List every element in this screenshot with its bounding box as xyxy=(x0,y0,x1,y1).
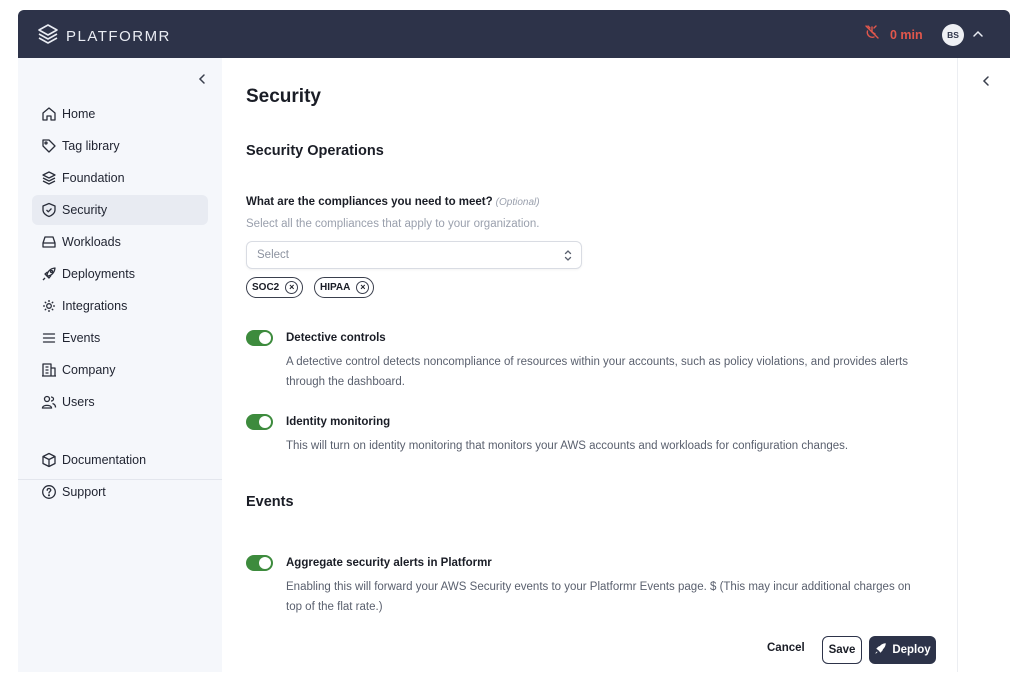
toggle-knob xyxy=(259,557,271,569)
chevron-up-icon[interactable] xyxy=(972,27,984,45)
detective-controls-description: A detective control detects noncomplianc… xyxy=(286,356,908,388)
remove-chip-icon[interactable]: × xyxy=(285,281,299,294)
sidebar-item-tag-library[interactable]: Tag library xyxy=(32,131,208,161)
list-icon xyxy=(32,330,62,346)
integrations-icon xyxy=(32,298,62,314)
shield-icon xyxy=(32,202,62,218)
sidebar-item-workloads[interactable]: Workloads xyxy=(32,227,208,257)
remove-chip-icon[interactable]: × xyxy=(356,281,370,294)
timer-text: 0 min xyxy=(890,27,923,42)
logo-layers-icon xyxy=(36,22,60,51)
compliance-select[interactable]: Select xyxy=(246,241,582,269)
hard-drive-icon xyxy=(32,234,62,250)
sidebar-item-users[interactable]: Users xyxy=(32,387,208,417)
sidebar-item-home[interactable]: Home xyxy=(32,99,208,129)
users-icon xyxy=(32,394,62,410)
aggregate-alerts-label: Aggregate security alerts in Platformr xyxy=(286,557,492,569)
box-icon xyxy=(32,452,62,468)
app-window: PLATFORMR 0 min BS Home Tag library Foun… xyxy=(18,10,1010,672)
identity-monitoring-description: This will turn on identity monitoring th… xyxy=(286,440,849,452)
expand-panel-icon[interactable] xyxy=(980,74,992,92)
security-operations-heading: Security Operations xyxy=(246,143,384,159)
detective-controls-toggle[interactable] xyxy=(246,330,273,346)
events-heading: Events xyxy=(246,494,294,510)
save-button[interactable]: Save xyxy=(822,636,862,664)
building-icon xyxy=(32,362,62,378)
home-icon xyxy=(32,106,62,122)
toggle-knob xyxy=(259,416,271,428)
sidebar-item-events[interactable]: Events xyxy=(32,323,208,353)
cancel-button[interactable]: Cancel xyxy=(767,642,805,654)
identity-monitoring-label: Identity monitoring xyxy=(286,416,391,428)
logo[interactable]: PLATFORMR xyxy=(36,22,171,51)
sidebar: Home Tag library Foundation Security Wor… xyxy=(18,58,222,672)
sidebar-item-security[interactable]: Security xyxy=(32,195,208,225)
avatar[interactable]: BS xyxy=(942,24,964,46)
sidebar-item-company[interactable]: Company xyxy=(32,355,208,385)
aggregate-alerts-toggle[interactable] xyxy=(246,555,273,571)
compliance-chip-soc2: SOC2 × xyxy=(246,277,304,298)
right-panel xyxy=(957,58,1010,672)
main-content: Security Security Operations What are th… xyxy=(222,58,957,672)
session-timer[interactable]: 0 min xyxy=(864,24,923,45)
tag-icon xyxy=(32,138,62,154)
compliance-chip-hipaa: HIPAA × xyxy=(314,277,375,298)
rocket-icon xyxy=(32,266,62,282)
sidebar-item-integrations[interactable]: Integrations xyxy=(32,291,208,321)
sidebar-item-support[interactable]: Support xyxy=(32,477,208,507)
layers-icon xyxy=(32,170,62,186)
sidebar-item-documentation[interactable]: Documentation xyxy=(32,445,208,475)
collapse-sidebar-icon[interactable] xyxy=(196,72,208,90)
toggle-knob xyxy=(259,332,271,344)
page-title: Security xyxy=(246,86,321,107)
select-placeholder: Select xyxy=(257,249,289,261)
identity-monitoring-toggle[interactable] xyxy=(246,414,273,430)
rocket-icon xyxy=(874,642,887,658)
detective-controls-label: Detective controls xyxy=(286,332,386,344)
logo-text: PLATFORMR xyxy=(66,28,171,45)
top-bar: PLATFORMR 0 min BS xyxy=(18,10,1010,58)
aggregate-alerts-description: Enabling this will forward your AWS Secu… xyxy=(286,581,911,613)
sidebar-item-deployments[interactable]: Deployments xyxy=(32,259,208,289)
optional-tag: (Optional) xyxy=(495,197,540,208)
chevron-up-down-icon xyxy=(563,249,573,265)
deploy-button[interactable]: Deploy xyxy=(869,636,936,664)
compliance-question: What are the compliances you need to mee… xyxy=(246,196,540,208)
help-icon xyxy=(32,484,62,500)
sidebar-item-foundation[interactable]: Foundation xyxy=(32,163,208,193)
compliance-help-text: Select all the compliances that apply to… xyxy=(246,218,540,230)
no-clock-icon xyxy=(864,24,880,45)
